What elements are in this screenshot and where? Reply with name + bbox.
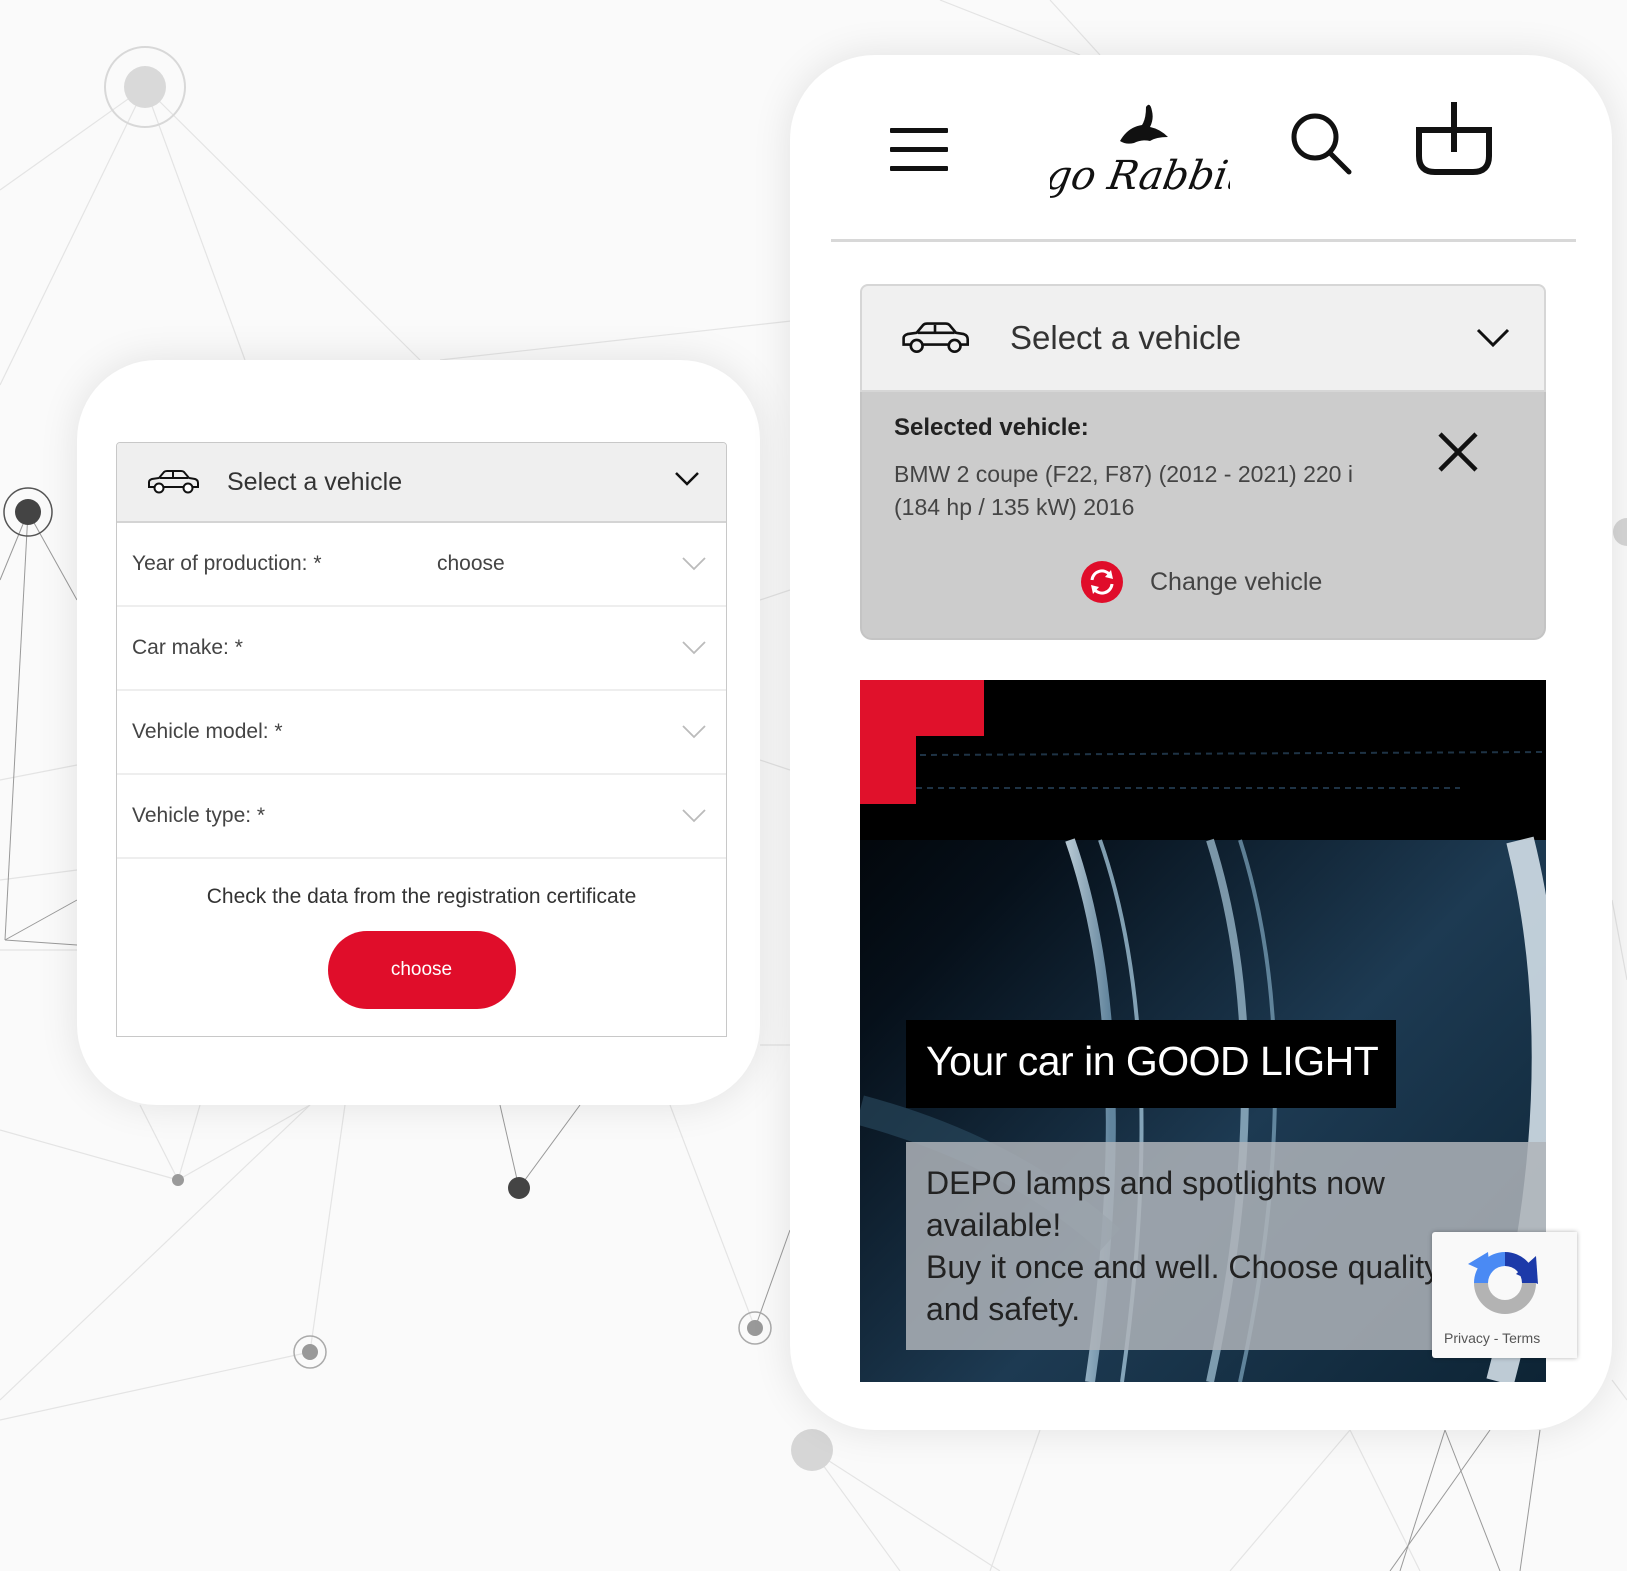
banner-line-1: DEPO lamps and spotlights now available!: [926, 1165, 1385, 1243]
cart-icon[interactable]: [1415, 100, 1493, 178]
selected-vehicle-panel: Selected vehicle: BMW 2 coupe (F22, F87)…: [860, 392, 1546, 640]
registration-hint: Check the data from the registration cer…: [206, 885, 637, 908]
field-label: Year of production: *: [132, 552, 322, 575]
chevron-down-icon: [1476, 328, 1510, 348]
car-icon: [902, 322, 969, 354]
select-vehicle-label: Select a vehicle: [1010, 319, 1242, 356]
chevron-down-icon: [682, 557, 706, 571]
field-value: choose: [437, 552, 505, 575]
car-make-select[interactable]: Car make: *: [117, 607, 726, 691]
header-divider: [831, 239, 1576, 242]
gorabbit-logo[interactable]: go Rabbit: [1050, 97, 1230, 207]
logo-text: go Rabbit: [1050, 152, 1230, 199]
change-vehicle-label: Change vehicle: [1150, 567, 1323, 596]
app-header: go Rabbit: [790, 55, 1612, 242]
field-label: Vehicle model: *: [132, 720, 283, 743]
vehicle-selector: Select a vehicle Selected vehicle: BMW 2…: [860, 284, 1546, 640]
close-icon[interactable]: [1436, 430, 1480, 474]
recaptcha-icon: [1468, 1252, 1538, 1314]
banner-description: DEPO lamps and spotlights now available!…: [926, 1162, 1486, 1330]
search-icon[interactable]: [1288, 110, 1354, 176]
vehicle-type-select[interactable]: Vehicle type: *: [117, 775, 726, 859]
field-label: Vehicle type: *: [132, 804, 266, 827]
year-of-production-select[interactable]: Year of production: * choose: [117, 523, 726, 607]
refresh-icon: [1081, 561, 1123, 603]
chevron-down-icon: [682, 725, 706, 739]
select-vehicle-toggle[interactable]: Select a vehicle: [117, 443, 726, 523]
choose-button[interactable]: choose: [327, 931, 516, 1009]
selected-vehicle-description: BMW 2 coupe (F22, F87) (2012 - 2021) 220…: [894, 461, 1353, 520]
vehicle-selection-form: Select a vehicle Year of production: * c…: [116, 442, 727, 1037]
banner-line-2: Buy it once and well. Choose quality and…: [926, 1249, 1441, 1327]
change-vehicle-button[interactable]: Change vehicle: [1080, 560, 1322, 604]
select-vehicle-label: Select a vehicle: [227, 467, 403, 496]
mobile-app-card: go Rabbit Select a vehicle Selected vehi…: [790, 55, 1612, 1430]
brand-corner-accent: [860, 736, 916, 804]
field-label: Car make: *: [132, 636, 243, 659]
recaptcha-privacy-terms[interactable]: Privacy - Terms: [1444, 1330, 1540, 1346]
chevron-down-icon: [675, 472, 699, 486]
car-icon: [148, 470, 199, 494]
banner-title: Your car in GOOD LIGHT: [926, 1038, 1379, 1084]
select-vehicle-toggle[interactable]: Select a vehicle: [860, 284, 1546, 392]
banner-title-box: Your car in GOOD LIGHT: [906, 1020, 1396, 1108]
chevron-down-icon: [682, 809, 706, 823]
recaptcha-badge[interactable]: Privacy - Terms: [1432, 1232, 1577, 1358]
brand-corner-accent: [860, 680, 984, 736]
chevron-down-icon: [682, 641, 706, 655]
vehicle-model-select[interactable]: Vehicle model: *: [117, 691, 726, 775]
vehicle-form-card: Select a vehicle Year of production: * c…: [77, 360, 760, 1105]
hamburger-menu-icon[interactable]: [890, 128, 948, 172]
selected-vehicle-title: Selected vehicle:: [894, 414, 1089, 441]
